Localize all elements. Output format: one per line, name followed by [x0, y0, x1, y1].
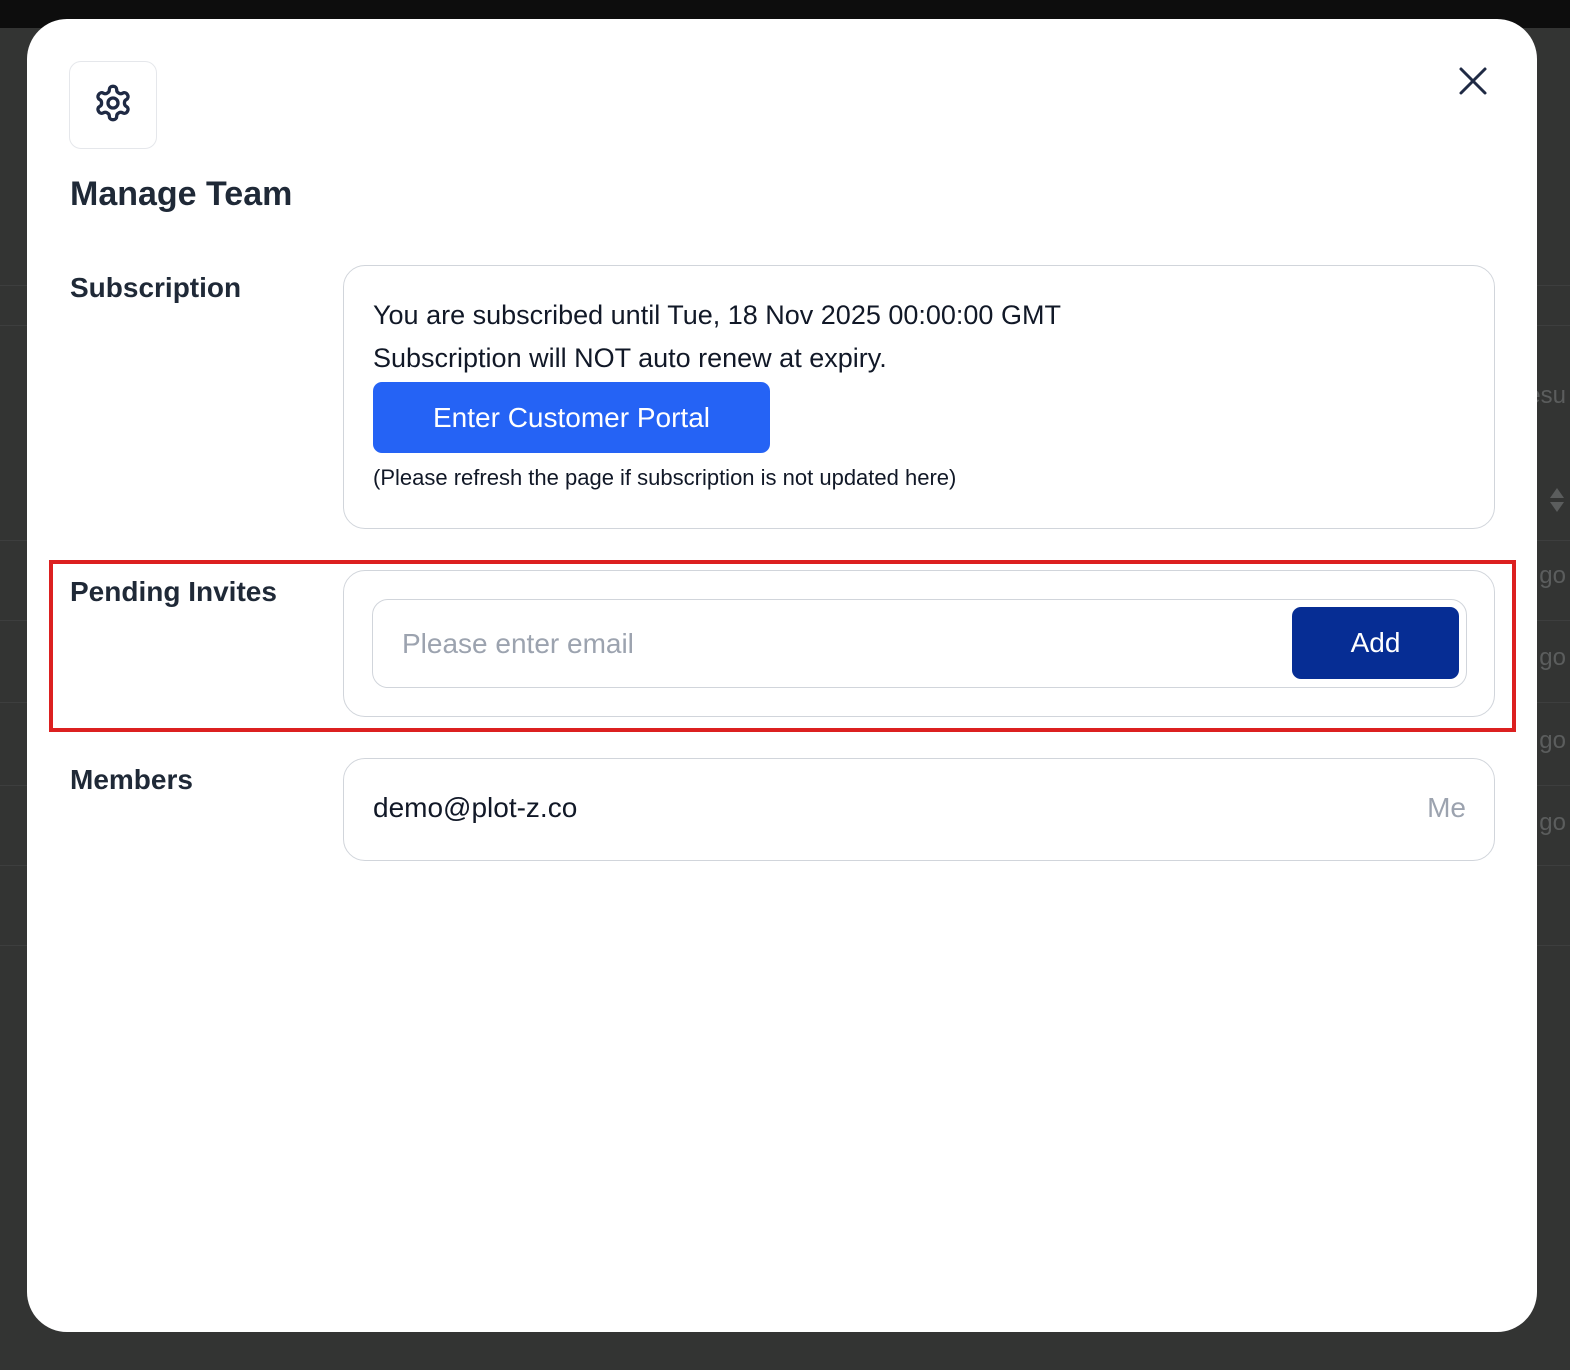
enter-customer-portal-button[interactable]: Enter Customer Portal [373, 382, 770, 453]
background-sort-icon [1548, 486, 1566, 521]
close-icon[interactable] [1457, 65, 1489, 102]
modal-header-icon-box [69, 61, 157, 149]
subscription-status-text: You are subscribed until Tue, 18 Nov 202… [373, 300, 1061, 330]
member-email: demo@plot-z.co [373, 792, 578, 823]
background-text-fragment: go [1539, 809, 1566, 836]
gear-icon [93, 83, 133, 128]
subscription-renew-text: Subscription will NOT auto renew at expi… [373, 343, 887, 373]
background-text-fragment: go [1539, 644, 1566, 671]
subscription-card: You are subscribed until Tue, 18 Nov 202… [343, 265, 1495, 529]
pending-invites-label: Pending Invites [70, 576, 277, 607]
members-label: Members [70, 764, 193, 795]
invite-input-group: Add [372, 599, 1467, 688]
invite-email-input[interactable] [373, 600, 1283, 687]
member-me-tag: Me [1427, 792, 1466, 823]
manage-team-modal: Manage Team Subscription You are subscri… [27, 19, 1537, 1332]
members-card: demo@plot-z.co Me [343, 758, 1495, 861]
subscription-label: Subscription [70, 272, 242, 303]
refresh-note: (Please refresh the page if subscription… [373, 465, 957, 490]
pending-invites-card: Add [343, 570, 1495, 717]
add-invite-button[interactable]: Add [1292, 607, 1459, 679]
background-text-fragment: go [1539, 562, 1566, 589]
background-text-fragment: go [1539, 727, 1566, 754]
modal-title: Manage Team [70, 175, 293, 213]
close-button[interactable] [1453, 63, 1493, 103]
